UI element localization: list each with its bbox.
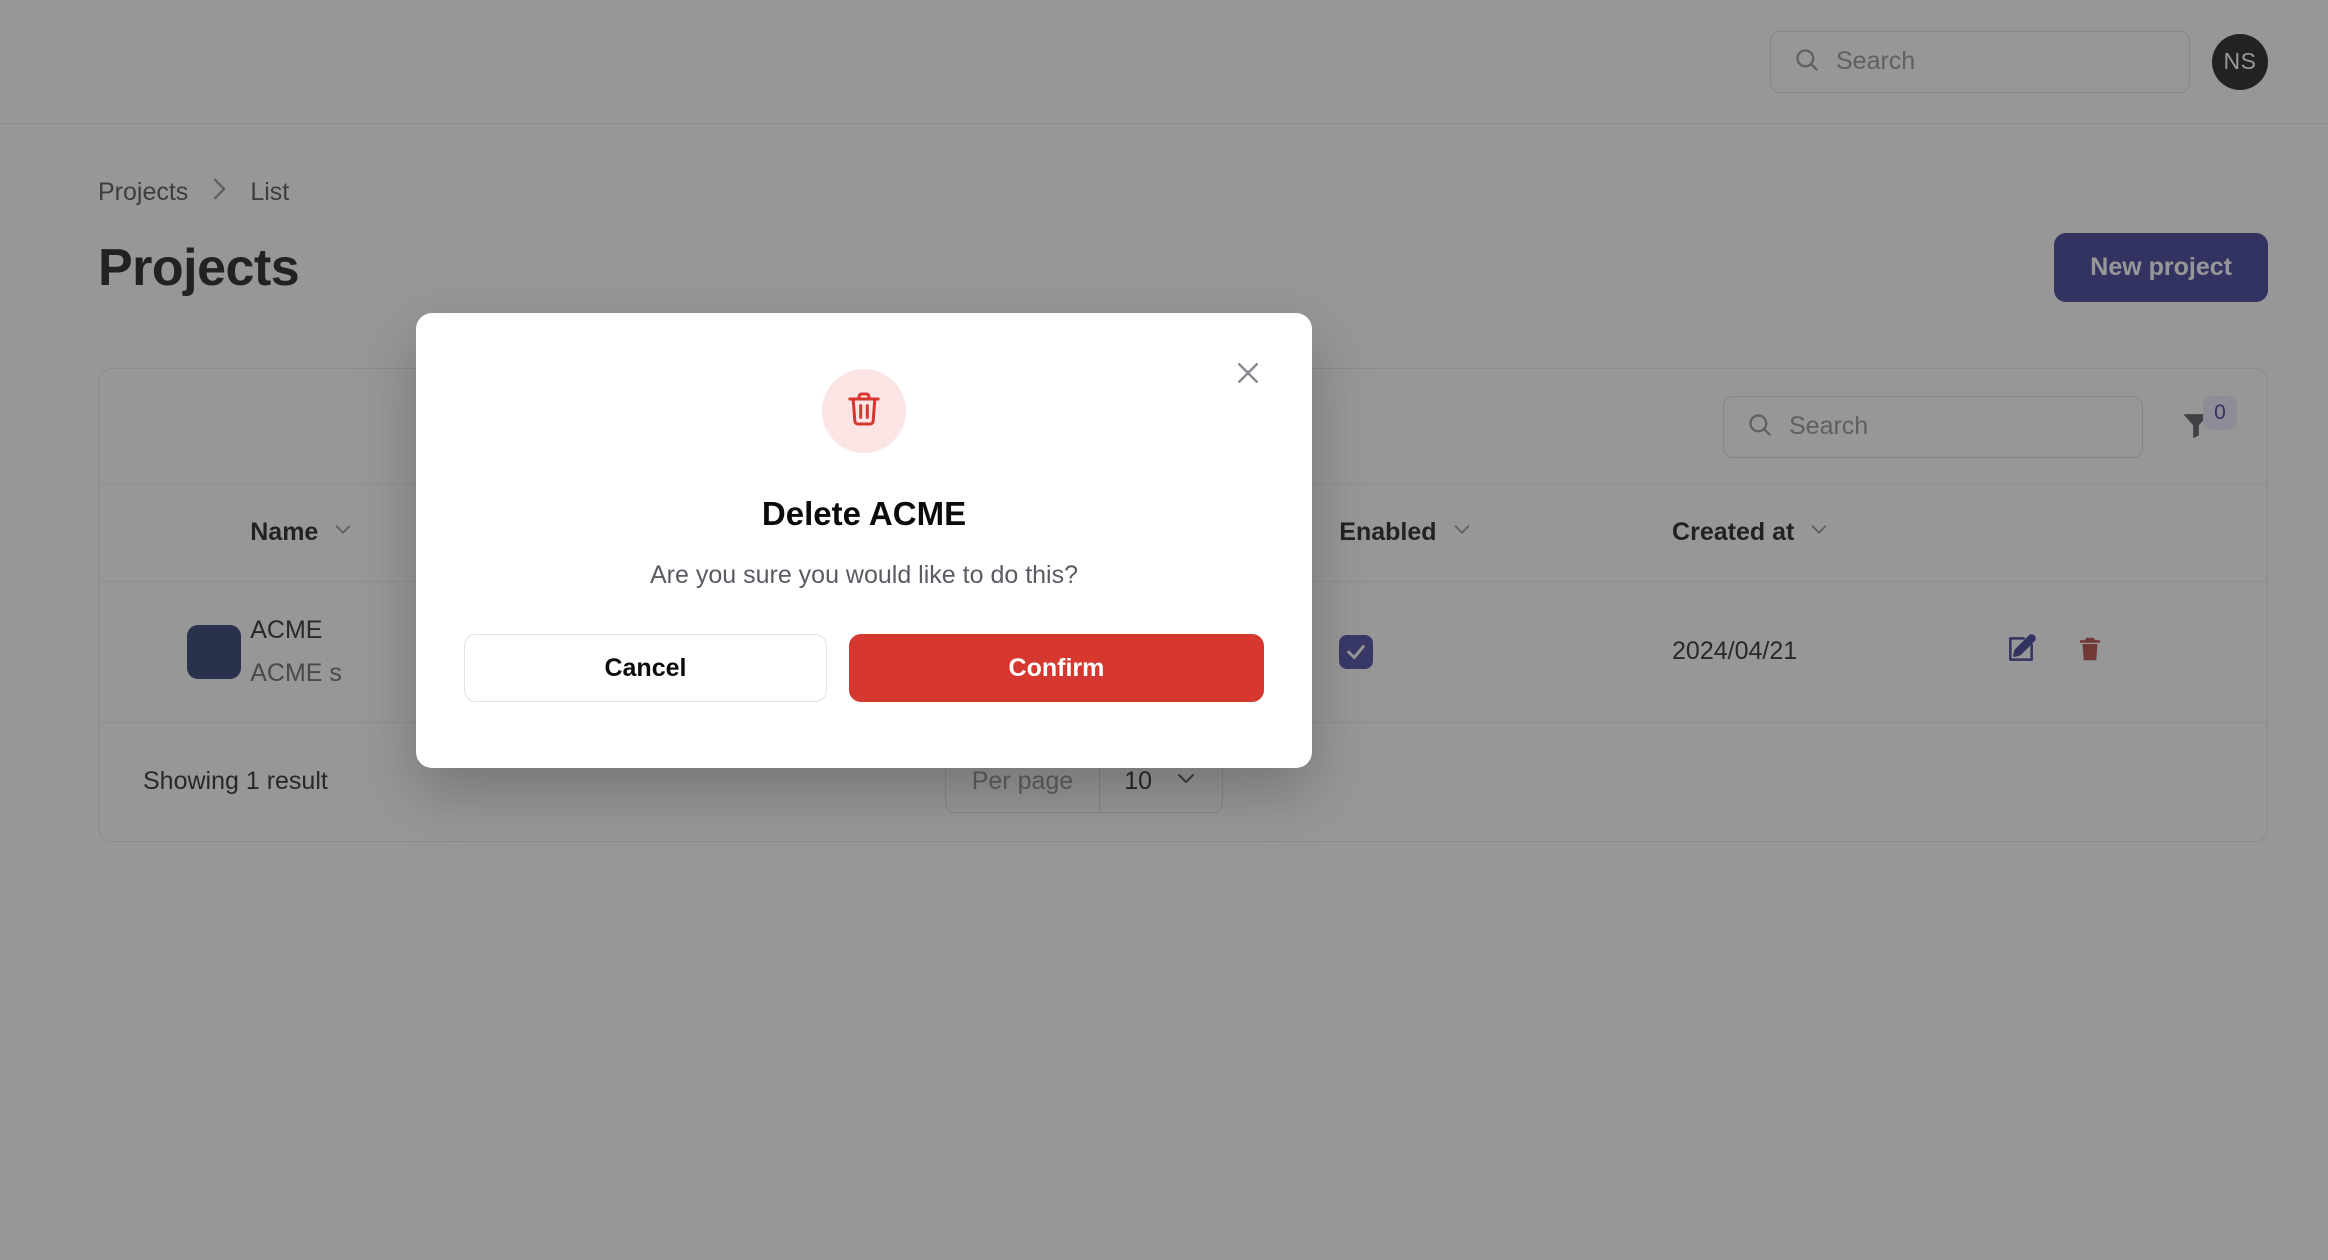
modal-body: Delete ACME Are you sure you would like … xyxy=(416,313,1312,590)
modal-title: Delete ACME xyxy=(761,495,967,532)
modal-subtitle: Are you sure you would like to do this? xyxy=(649,561,1078,589)
confirm-button[interactable]: Confirm xyxy=(848,634,1264,702)
trash-icon xyxy=(844,389,884,434)
modal-actions: Cancel Confirm xyxy=(416,634,1312,702)
delete-confirmation-modal: Delete ACME Are you sure you would like … xyxy=(416,313,1312,768)
cancel-button[interactable]: Cancel xyxy=(464,634,827,702)
close-icon[interactable] xyxy=(1226,351,1270,395)
trash-icon-badge xyxy=(822,369,906,453)
